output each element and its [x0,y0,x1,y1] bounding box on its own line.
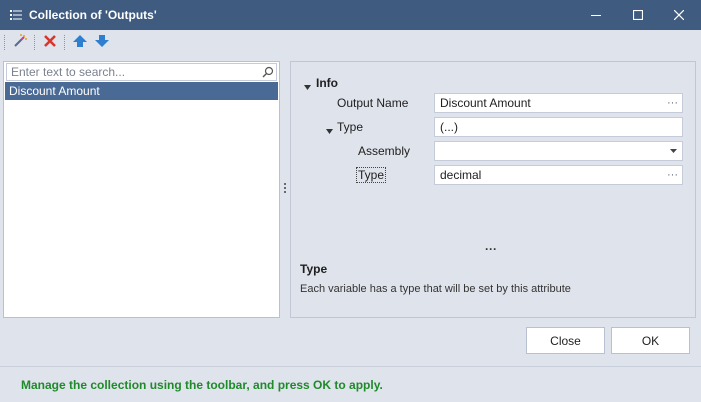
search-box [6,63,277,81]
output-name-ellipsis-button[interactable]: ··· [667,94,678,112]
ok-button[interactable]: OK [611,327,690,354]
collapse-type-icon[interactable] [326,124,334,134]
move-down-icon [95,35,109,50]
category-info: Info [316,76,338,90]
collapse-info-icon[interactable] [304,80,312,90]
output-name-label: Output Name [337,96,409,110]
splitter-handle[interactable] [282,182,288,196]
property-grid: Info Output Name Discount Amount ··· Typ… [290,61,696,318]
assembly-label: Assembly [358,144,411,158]
search-input[interactable] [7,64,257,80]
move-up-button[interactable] [70,33,90,52]
toolbar-grip [4,35,5,50]
delete-button[interactable] [40,33,60,52]
move-up-icon [73,35,87,50]
type-label: Type [356,167,387,183]
status-text: Manage the collection using the toolbar,… [21,378,383,392]
type-group-value: (...) [440,120,458,134]
output-name-value: Discount Amount [440,96,531,110]
output-name-field[interactable]: Discount Amount ··· [434,93,683,113]
type-value: decimal [440,168,482,182]
add-button[interactable] [10,33,30,52]
close-window-button[interactable] [657,0,701,30]
type-field[interactable]: decimal ··· [434,165,683,185]
list-icon [10,9,22,21]
add-icon [12,33,28,52]
chevron-down-icon[interactable] [670,142,678,160]
list-item[interactable]: Discount Amount [5,82,278,100]
type-group-field[interactable]: (...) [434,117,683,137]
toolbar-separator [64,35,65,50]
more-indicator[interactable]: ··· [485,242,497,256]
description-title: Type [300,262,328,276]
search-icon[interactable] [262,66,274,78]
delete-icon [44,35,56,50]
toolbar [0,30,701,55]
status-bar: Manage the collection using the toolbar,… [0,366,701,402]
collection-list-panel: Discount Amount [3,61,280,318]
maximize-icon [633,10,643,20]
close-icon [674,10,684,20]
type-group-label: Type [337,120,364,134]
minimize-icon [591,10,601,20]
toolbar-separator [34,35,35,50]
assembly-dropdown[interactable] [434,141,683,161]
maximize-button[interactable] [616,0,660,30]
description-text: Each variable has a type that will be se… [300,283,571,295]
type-ellipsis-button[interactable]: ··· [667,166,678,184]
minimize-button[interactable] [574,0,618,30]
move-down-button[interactable] [92,33,112,52]
close-button[interactable]: Close [526,327,605,354]
window-title: Collection of 'Outputs' [29,8,157,22]
title-bar: Collection of 'Outputs' [0,0,701,30]
